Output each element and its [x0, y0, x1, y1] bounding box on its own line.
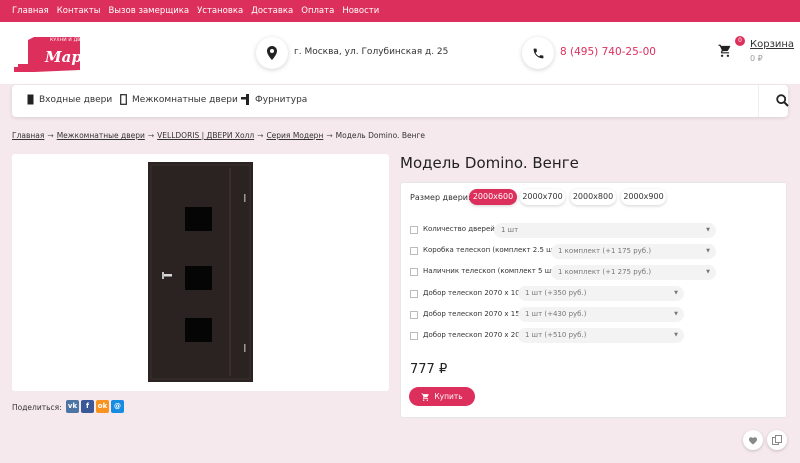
location-icon — [256, 37, 288, 69]
nav-hardware-label: Фурнитура — [255, 94, 308, 105]
option-checkbox[interactable] — [410, 247, 418, 255]
entrance-door-icon — [27, 94, 34, 105]
option-select[interactable]: 1 шт (+350 руб.) ▼ — [518, 286, 684, 301]
option-select-value: 1 шт (+430 руб.) — [525, 310, 587, 318]
breadcrumb-home[interactable]: Главная — [12, 131, 44, 140]
phone-icon — [522, 37, 554, 69]
chevron-down-icon: ▼ — [674, 332, 678, 338]
cart-count-badge: 0 — [735, 36, 745, 46]
search-icon[interactable] — [776, 94, 789, 110]
option-select-value: 1 комплект (+1 275 руб.) — [558, 268, 652, 276]
main-nav: Входные двери Межкомнатные двери Фурниту… — [12, 85, 789, 117]
cart-link[interactable]: Корзина — [750, 39, 794, 50]
breadcrumb-modern-series[interactable]: Серия Модерн — [266, 131, 323, 140]
door-image[interactable] — [12, 154, 389, 391]
option-select[interactable]: 1 шт (+430 руб.) ▼ — [518, 307, 684, 322]
logo-tagline: КУХНИ И ДВЕРИ — [50, 38, 91, 43]
product-price: 777 ₽ — [410, 362, 448, 377]
breadcrumb-velldoris[interactable]: VELLDORIS | ДВЕРИ Холл — [157, 131, 254, 140]
breadcrumb-current: Модель Domino. Венге — [335, 131, 426, 140]
top-nav-payment[interactable]: Оплата — [301, 6, 334, 16]
chevron-down-icon: ▼ — [674, 311, 678, 317]
breadcrumb: Главная → Межкомнатные двери → VELLDORIS | Д… — [12, 131, 425, 140]
header: КУХНИ И ДВЕРИ Мария г. Москва, ул. Голуб… — [0, 22, 800, 84]
interior-door-icon — [120, 94, 127, 105]
door-size-label: Размер двери: — [410, 193, 471, 202]
top-nav-measurer[interactable]: Вызов замерщика — [108, 6, 189, 16]
top-nav-installation[interactable]: Установка — [197, 6, 243, 16]
product-image-panel — [12, 154, 389, 391]
favorite-button[interactable] — [743, 430, 763, 450]
option-label: Добор телескоп 2070 х 150 — [423, 310, 525, 318]
odnoklassniki-icon[interactable]: ok — [96, 400, 109, 413]
address: г. Москва, ул. Голубинская д. 25 — [294, 47, 449, 57]
option-checkbox[interactable] — [410, 226, 418, 234]
chevron-down-icon: ▼ — [706, 227, 710, 233]
breadcrumb-arrow: → — [326, 131, 333, 140]
option-label: Коробка телескоп (комплект 2.5 шт) — [423, 246, 560, 254]
vk-icon[interactable]: vk — [66, 400, 79, 413]
option-select-value: 1 комплект (+1 175 руб.) — [558, 247, 652, 255]
option-checkbox[interactable] — [410, 290, 418, 298]
option-label: Добор телескоп 2070 х 200 — [423, 331, 525, 339]
option-checkbox[interactable] — [410, 268, 418, 276]
option-select-value: 1 шт (+510 руб.) — [525, 331, 587, 339]
cart-icon[interactable] — [718, 44, 732, 60]
cart-icon — [421, 392, 430, 401]
top-nav-news[interactable]: Новости — [342, 6, 379, 16]
size-option-2000x600[interactable]: 2000х600 — [469, 189, 517, 205]
chevron-down-icon: ▼ — [674, 290, 678, 296]
nav-hardware[interactable]: Фурнитура — [241, 94, 307, 105]
option-label: Количество дверей — [423, 225, 495, 233]
moi-mir-icon[interactable]: @ — [111, 400, 124, 413]
breadcrumb-arrow: → — [47, 131, 54, 140]
chevron-down-icon: ▼ — [706, 269, 710, 275]
option-select[interactable]: 1 шт (+510 руб.) ▼ — [518, 328, 684, 343]
facebook-icon[interactable]: f — [81, 400, 94, 413]
option-select-value: 1 шт — [501, 226, 519, 234]
nav-entrance-doors[interactable]: Входные двери — [27, 94, 112, 105]
option-select[interactable]: 1 шт ▼ — [494, 223, 716, 238]
option-checkbox[interactable] — [410, 332, 418, 340]
door-handle-icon — [241, 94, 249, 105]
cart-total: 0 ₽ — [750, 54, 763, 63]
top-nav-contacts[interactable]: Контакты — [57, 6, 101, 16]
option-select[interactable]: 1 комплект (+1 275 руб.) ▼ — [551, 265, 716, 280]
logo[interactable]: КУХНИ И ДВЕРИ Мария — [14, 34, 105, 74]
option-select[interactable]: 1 комплект (+1 175 руб.) ▼ — [551, 244, 716, 259]
product-title: Модель Domino. Венге — [400, 154, 579, 172]
share-label: Поделиться: — [12, 403, 62, 412]
top-nav-home[interactable]: Главная — [12, 6, 49, 16]
chevron-down-icon: ▼ — [706, 248, 710, 254]
logo-name: Мария — [45, 48, 105, 66]
compare-button[interactable] — [767, 430, 787, 450]
size-option-2000x900[interactable]: 2000х900 — [621, 189, 666, 205]
option-label: Наличник телескоп (комплект 5 шт) — [423, 267, 558, 275]
nav-interior-doors[interactable]: Межкомнатные двери — [120, 94, 238, 105]
breadcrumb-arrow: → — [257, 131, 264, 140]
top-bar: Главная Контакты Вызов замерщика Установ… — [0, 0, 800, 22]
size-option-2000x800[interactable]: 2000х800 — [570, 189, 616, 205]
buy-button[interactable]: Купить — [409, 387, 475, 406]
compare-icon — [772, 435, 782, 445]
phone-number[interactable]: 8 (495) 740-25-00 — [560, 46, 656, 58]
buy-button-label: Купить — [434, 392, 463, 401]
option-checkbox[interactable] — [410, 311, 418, 319]
option-select-value: 1 шт (+350 руб.) — [525, 289, 587, 297]
nav-interior-doors-label: Межкомнатные двери — [132, 94, 238, 105]
breadcrumb-arrow: → — [147, 131, 155, 140]
heart-icon — [748, 436, 758, 445]
nav-entrance-doors-label: Входные двери — [39, 94, 113, 105]
size-option-2000x700[interactable]: 2000х700 — [520, 189, 565, 205]
breadcrumb-interior-doors[interactable]: Межкомнатные двери — [57, 131, 145, 140]
nav-divider — [758, 85, 759, 117]
top-nav-delivery[interactable]: Доставка — [251, 6, 293, 16]
top-nav: Главная Контакты Вызов замерщика Установ… — [12, 6, 379, 16]
option-label: Добор телескоп 2070 х 100 — [423, 289, 525, 297]
